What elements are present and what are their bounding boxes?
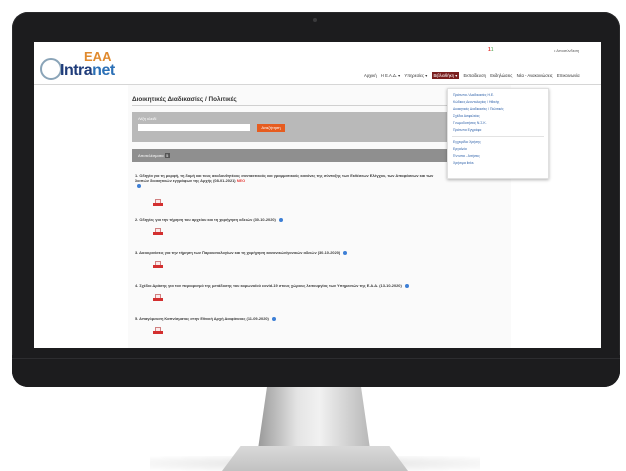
main-nav: Αρχική Η Ε.Α.Δ. ▾ Υπηρεσίες ▾ Βιβλιοθήκη… <box>364 72 583 79</box>
dropdown-item-document-templates[interactable]: Πρότυπα Εγγράφα <box>453 128 481 132</box>
library-dropdown-menu: Πρότυπα / Διαδικασίες Η.Ε. Κώδικες Δεοντ… <box>447 88 549 179</box>
logo-text-b: net <box>92 62 115 79</box>
nav-item-contact[interactable]: Επικοινωνία <box>557 73 580 78</box>
search-label: Λέξη κλειδί <box>138 117 157 121</box>
search-input[interactable] <box>138 124 250 131</box>
nav-item-news[interactable]: Νέα - Ανακοινώσεις <box>517 73 553 78</box>
result-title[interactable]: 2. Οδηγίες για την τήρηση του αρχείου κα… <box>135 217 435 222</box>
dropdown-item-legal-opinions[interactable]: Γνωμοδοτήσεις Ν.Σ.Κ. <box>453 121 487 125</box>
pdf-icon[interactable] <box>153 327 163 334</box>
results-label-text: Αποτελέσματα <box>138 153 164 158</box>
result-title[interactable]: 5. Απαγόρευση Καπνίσματος στην Εθνική Αρ… <box>135 316 435 321</box>
result-title-text[interactable]: 4. Σχέδιο Δράσης για τον περιορισμό της … <box>135 283 402 288</box>
pdf-icon[interactable] <box>153 228 163 235</box>
dropdown-item-forms[interactable]: Έντυπα - Αιτήσεις <box>453 154 480 158</box>
nav-item-training[interactable]: Εκπαίδευση <box>464 73 486 78</box>
dropdown-item-ethics-codes[interactable]: Κώδικες Δεοντολογίας / Ηθικής <box>453 100 499 104</box>
nav-item-about[interactable]: Η Ε.Α.Δ. ▾ <box>381 73 400 78</box>
dropdown-item-security-plans[interactable]: Σχέδια Ασφαλείας <box>453 114 480 118</box>
list-item: 3. Διευκρινίσεις για την τήρηση των Παρο… <box>132 244 507 277</box>
result-title-text[interactable]: 5. Απαγόρευση Καπνίσματος στην Εθνική Αρ… <box>135 316 269 321</box>
dropdown-item-tools[interactable]: Εργαλεία <box>453 147 467 151</box>
result-title[interactable]: 1. Οδηγία για τη μορφή, τη δομή και τους… <box>135 173 435 188</box>
pdf-icon[interactable] <box>153 261 163 268</box>
result-title-text[interactable]: 1. Οδηγία για τη μορφή, τη δομή και τους… <box>135 173 433 183</box>
chin-divider <box>12 358 620 359</box>
new-badge: NEO <box>236 178 246 183</box>
results-label: Αποτελέσματα 5 <box>138 153 170 158</box>
search-button[interactable]: Αναζήτηση <box>257 124 285 132</box>
results-count-badge: 5 <box>164 153 170 158</box>
logout-link[interactable]: • Αποσύνδεση <box>554 48 579 53</box>
pdf-strip-shape <box>153 265 163 268</box>
info-icon[interactable] <box>271 316 276 321</box>
page-title: Διοικητικές Διαδικασίες / Πολιτικές <box>132 96 237 103</box>
monitor-stand <box>258 387 370 449</box>
nav-item-services[interactable]: Υπηρεσίες ▾ <box>404 73 427 78</box>
notification-badges[interactable]: 11 <box>488 47 494 53</box>
dropdown-item-user-manual[interactable]: Εγχειρίδιο Χρήσης <box>453 140 481 144</box>
pdf-icon[interactable] <box>153 199 163 206</box>
result-title[interactable]: 4. Σχέδιο Δράσης για τον περιορισμό της … <box>135 283 435 288</box>
info-icon[interactable] <box>404 283 409 288</box>
pdf-strip-shape <box>153 203 163 206</box>
dropdown-item-standards[interactable]: Πρότυπα / Διαδικασίες Η.Ε. <box>453 93 494 97</box>
notification-count-green: 1 <box>490 47 494 53</box>
site-logo[interactable]: EAA Intranet <box>40 48 140 80</box>
info-icon[interactable] <box>137 183 141 188</box>
result-title[interactable]: 3. Διευκρινίσεις για την τήρηση των Παρο… <box>135 250 435 255</box>
info-icon[interactable] <box>343 250 348 255</box>
logo-text-a: Intra <box>60 62 93 79</box>
results-list: 1. Οδηγία για τη μορφή, τη δομή και τους… <box>132 167 507 343</box>
list-item: 2. Οδηγίες για την τήρηση του αρχείου κα… <box>132 211 507 244</box>
pdf-icon[interactable] <box>153 294 163 301</box>
pdf-strip-shape <box>153 232 163 235</box>
screen: EAA Intranet 11 • Αποσύνδεση Αρχική Η Ε.… <box>34 42 601 348</box>
pdf-strip-shape <box>153 298 163 301</box>
list-item: 4. Σχέδιο Δράσης για τον περιορισμό της … <box>132 277 507 310</box>
nav-item-events[interactable]: Εκδηλώσεις <box>490 73 512 78</box>
pdf-strip-shape <box>153 331 163 334</box>
nav-item-library[interactable]: Βιβλιοθήκη ▾ <box>431 72 460 79</box>
result-title-text[interactable]: 3. Διευκρινίσεις για την τήρηση των Παρο… <box>135 250 340 255</box>
info-icon[interactable] <box>278 217 283 222</box>
dropdown-item-admin-procedures[interactable]: Διοικητικές Διαδικασίες / Πολιτικές <box>453 107 504 111</box>
globe-icon <box>40 58 62 80</box>
dropdown-divider <box>452 136 544 137</box>
camera <box>313 18 317 22</box>
monitor-base <box>222 446 408 471</box>
site-header: EAA Intranet 11 • Αποσύνδεση Αρχική Η Ε.… <box>34 42 601 85</box>
dropdown-item-useful-links[interactable]: Χρήσιμα links <box>453 161 474 165</box>
result-title-text[interactable]: 2. Οδηγίες για την τήρηση του αρχείου κα… <box>135 217 276 222</box>
logo-text: Intranet <box>60 62 115 80</box>
nav-item-home[interactable]: Αρχική <box>364 73 377 78</box>
list-item: 5. Απαγόρευση Καπνίσματος στην Εθνική Αρ… <box>132 310 507 343</box>
monitor-chin <box>12 355 620 387</box>
